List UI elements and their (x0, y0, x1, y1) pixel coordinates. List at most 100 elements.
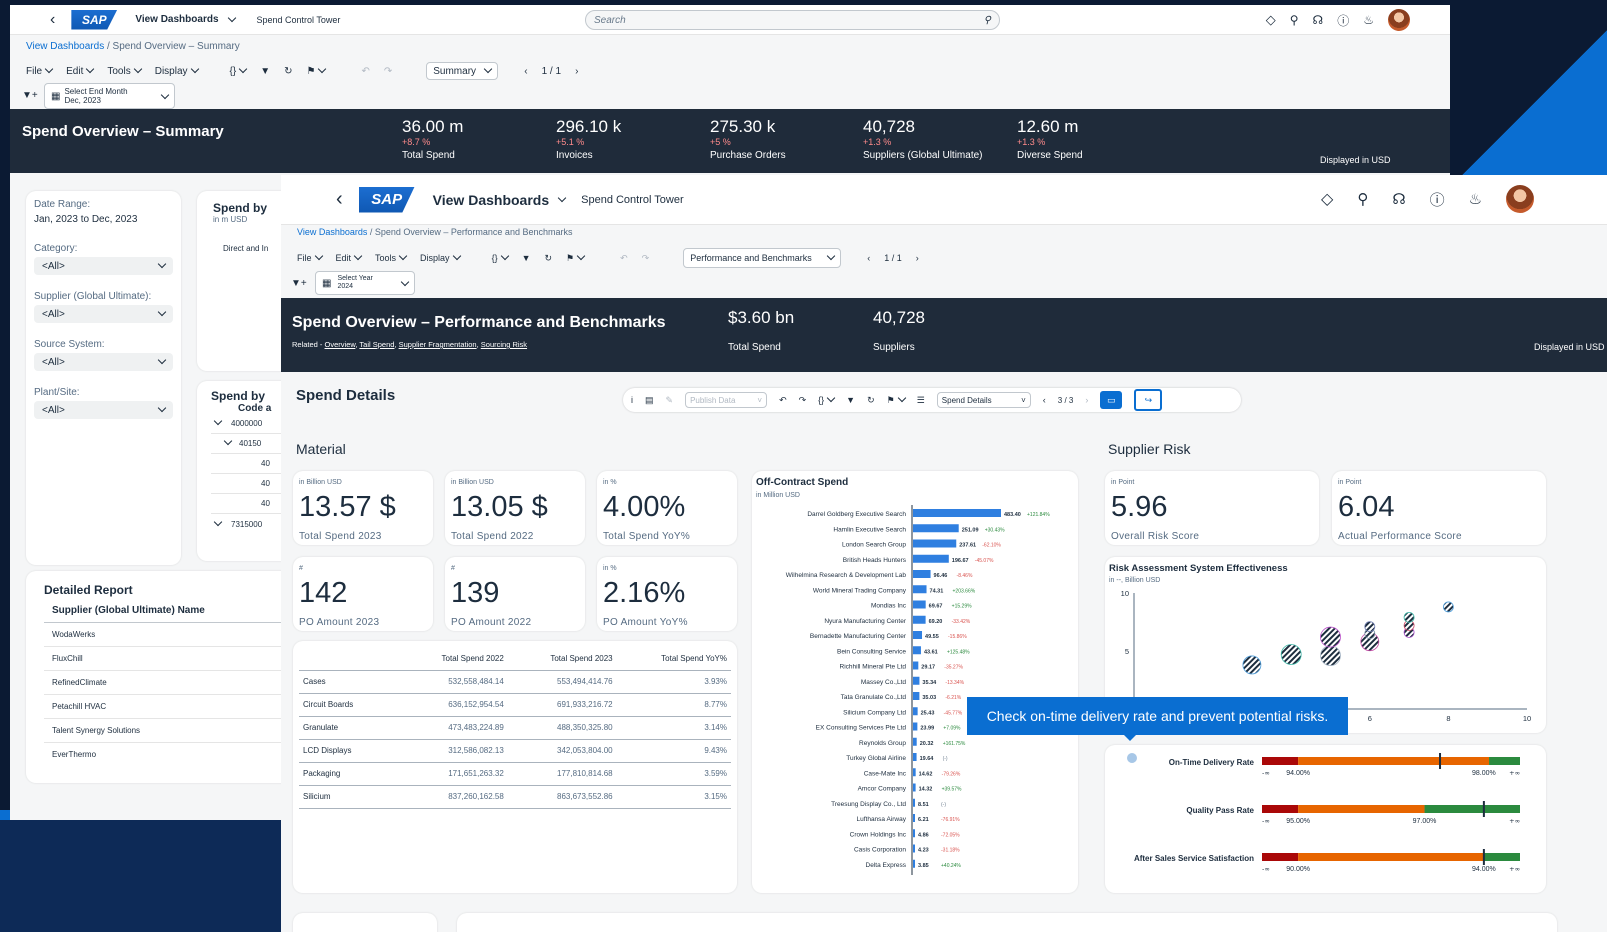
menu-file[interactable]: File (26, 66, 52, 77)
tile-po-amount-yoy[interactable]: in % 2.16% PO Amount YoY% (597, 557, 737, 631)
previous-page-icon[interactable]: ‹ (1043, 395, 1046, 405)
chevron-down-icon (155, 309, 165, 320)
formula-icon[interactable]: {} (818, 395, 834, 405)
breadcrumb-link[interactable]: View Dashboards (297, 227, 367, 237)
tile-po-amount-2022[interactable]: #139 PO Amount 2022 (445, 557, 585, 631)
redo-icon[interactable]: ↷ (799, 395, 807, 406)
table-row[interactable]: Circuit Boards 636,152,954.54 691,933,216.… (299, 693, 731, 717)
help-icon[interactable]: ⓘ (1337, 12, 1349, 29)
tile-total-spend-yoy[interactable]: in % 4.00% Total Spend YoY% (597, 471, 737, 545)
back-icon[interactable]: ‹ (50, 11, 55, 29)
menu-edit[interactable]: Edit (66, 66, 93, 77)
plant-site-select[interactable]: <All> (34, 401, 173, 419)
related-link-sourcing-risk[interactable]: Sourcing Risk (481, 340, 527, 349)
redo-icon[interactable]: ↷ (642, 253, 650, 264)
diamond-icon[interactable]: ◇ (1321, 189, 1333, 209)
menu-tools[interactable]: Tools (107, 66, 140, 77)
tile-total-spend-2023[interactable]: in Billion USD 13.57 $ Total Spend 2023 (293, 471, 433, 545)
headset-icon[interactable]: ☊ (1392, 190, 1405, 208)
details-view-select[interactable]: Spend Details ˅ (936, 392, 1031, 408)
source-system-select[interactable]: <All> (34, 353, 173, 371)
undo-icon[interactable]: ↶ (361, 66, 369, 77)
y-tick-label: 5 (1125, 647, 1129, 656)
filter-icon[interactable]: ▼ (522, 253, 531, 263)
refresh-icon[interactable]: ↻ (867, 395, 875, 406)
diamond-icon[interactable]: ◇ (1266, 12, 1276, 28)
publish-data-button[interactable]: Publish Data ˅ (685, 392, 768, 408)
bell-icon[interactable]: ♨ (1363, 13, 1374, 27)
info-icon[interactable]: i (631, 395, 633, 405)
table-row[interactable]: Talent Synergy Solutions (44, 719, 298, 743)
table-row[interactable]: FluxChill (44, 647, 298, 671)
table-row[interactable]: Granulate 473,483,224.89 488,350,325.80 3.1… (299, 716, 731, 740)
next-page-icon[interactable]: › (575, 66, 578, 77)
bookmark-icon[interactable]: ⚑ (566, 253, 584, 264)
sap-logo[interactable]: SAP (71, 9, 118, 30)
avatar[interactable] (1388, 9, 1410, 31)
tile-overall-risk-score[interactable]: in Point 5.96 Overall Risk Score (1105, 471, 1319, 545)
headset-icon[interactable]: ☊ (1313, 13, 1324, 27)
refresh-icon[interactable]: ↻ (545, 253, 553, 264)
presentation-icon[interactable]: ▭ (1100, 391, 1123, 409)
formula-icon[interactable]: {} (230, 66, 247, 77)
previous-page-icon[interactable]: ‹ (524, 66, 527, 77)
table-row[interactable]: LCD Displays 312,586,082.13 342,053,804.00… (299, 739, 731, 763)
table-row[interactable]: WodaWerks (44, 623, 298, 647)
redo-icon[interactable]: ↷ (384, 66, 392, 77)
back-icon[interactable]: ‹ (336, 188, 343, 211)
chart-edit-icon[interactable]: ▤ (645, 395, 654, 406)
search-icon[interactable]: ⚲ (1290, 13, 1299, 27)
next-page-icon[interactable]: › (1085, 395, 1088, 405)
filter-toggle-icon[interactable]: ▼+ (291, 278, 307, 289)
shell-title[interactable]: View Dashboards (433, 192, 565, 208)
bookmark-icon[interactable]: ⚑ (887, 395, 905, 406)
category-select[interactable]: <All> (34, 257, 173, 275)
search-icon[interactable]: ⚲ (1357, 190, 1368, 208)
end-month-filter[interactable]: ▦ Select End Month Dec, 2023 (44, 83, 175, 109)
formula-icon[interactable]: {} (492, 253, 508, 263)
previous-page-icon[interactable]: ‹ (867, 253, 870, 263)
list-icon[interactable]: ☰ (917, 395, 925, 406)
bell-icon[interactable]: ♨ (1469, 190, 1482, 208)
refresh-icon[interactable]: ↻ (284, 66, 292, 77)
table-row[interactable]: EverThermo (44, 743, 298, 767)
menu-tools[interactable]: Tools (375, 253, 406, 263)
year-filter[interactable]: ▦ Select Year 2024 (315, 271, 415, 295)
undo-icon[interactable]: ↶ (620, 253, 628, 264)
next-page-icon[interactable]: › (916, 253, 919, 263)
table-row[interactable]: Petachill HVAC (44, 695, 298, 719)
search-field[interactable]: Search ⚲ (585, 10, 1000, 30)
sap-logo[interactable]: SAP (358, 186, 415, 213)
menu-display[interactable]: Display (155, 66, 198, 77)
eraser-icon[interactable]: ✎ (666, 395, 674, 406)
x-tick-label: 10 (1523, 714, 1531, 723)
related-link-overview[interactable]: Overview (325, 340, 356, 349)
menu-file[interactable]: File (297, 253, 322, 263)
tile-po-amount-2023[interactable]: #142 PO Amount 2023 (293, 557, 433, 631)
breadcrumb-link[interactable]: View Dashboards (26, 41, 104, 52)
tile-total-spend-2022[interactable]: in Billion USD 13.05 $ Total Spend 2022 (445, 471, 585, 545)
undo-icon[interactable]: ↶ (779, 395, 787, 406)
bookmark-icon[interactable]: ⚑ (307, 66, 326, 77)
tile-actual-performance-score[interactable]: in Point 6.04 Actual Performance Score (1332, 471, 1546, 545)
related-link-tail-spend[interactable]: Tail Spend (359, 340, 394, 349)
filter-icon[interactable]: ▼ (846, 395, 855, 405)
exit-fullscreen-icon[interactable]: ↪ (1134, 389, 1163, 411)
filter-toggle-icon[interactable]: ▼+ (22, 90, 38, 101)
table-row[interactable]: Silicium 837,260,162.58 863,673,552.86 3.15… (299, 785, 731, 809)
supplier-select[interactable]: <All> (34, 305, 173, 323)
view-select[interactable]: Performance and Benchmarks (683, 248, 842, 268)
view-select[interactable]: Summary (426, 62, 499, 80)
shell-title[interactable]: View Dashboards (135, 14, 234, 25)
avatar[interactable] (1506, 185, 1535, 213)
bullet-marker (1482, 801, 1485, 817)
table-row[interactable]: RefinedClimate (44, 671, 298, 695)
table-row[interactable]: Packaging 171,651,263.32 177,810,814.68 3.5… (299, 762, 731, 786)
table-row[interactable]: Cases 532,558,484.14 553,494,414.76 3.93% (299, 670, 731, 694)
related-link-supplier-fragmentation[interactable]: Supplier Fragmentation (399, 340, 477, 349)
menu-edit[interactable]: Edit (336, 253, 362, 263)
help-icon[interactable]: ⓘ (1430, 189, 1445, 210)
menu-display[interactable]: Display (420, 253, 460, 263)
filter-icon[interactable]: ▼ (260, 66, 270, 77)
off-contract-bar-chart[interactable]: Darrel Goldberg Executive Search 483.40 +1… (752, 471, 1078, 893)
